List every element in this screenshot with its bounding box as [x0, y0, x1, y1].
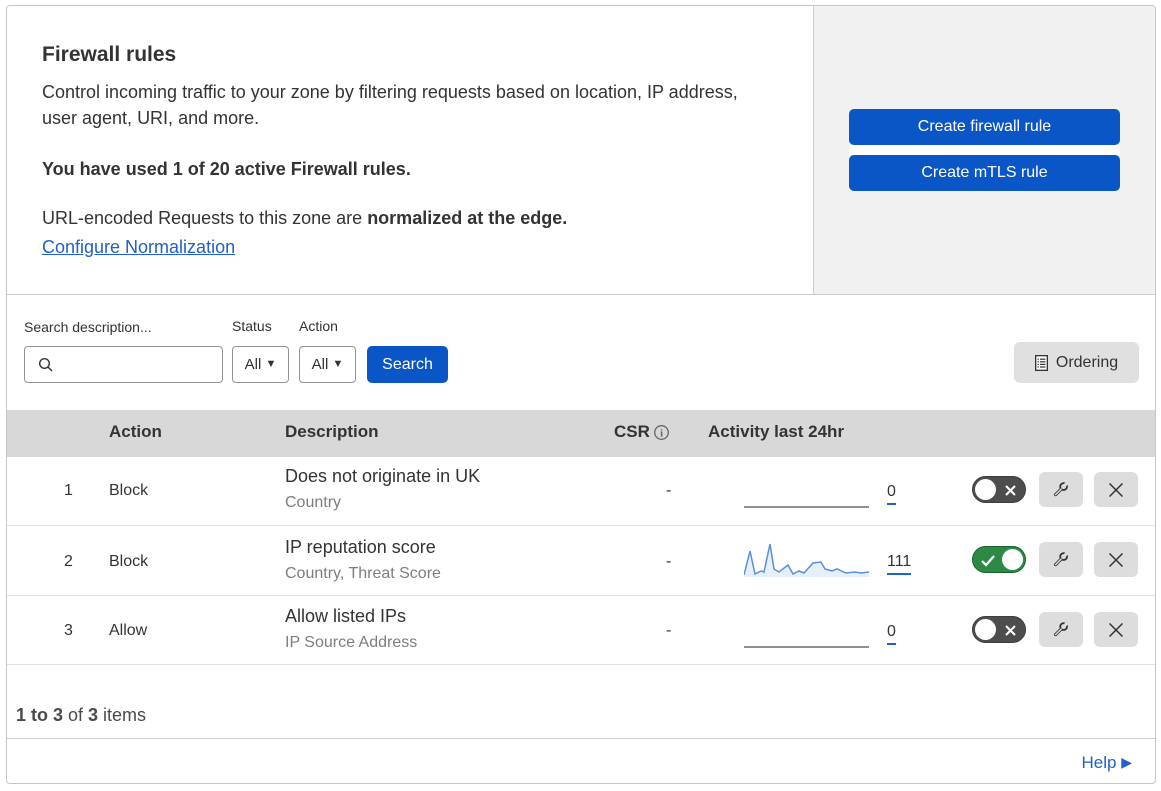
svg-text:i: i	[660, 428, 663, 439]
